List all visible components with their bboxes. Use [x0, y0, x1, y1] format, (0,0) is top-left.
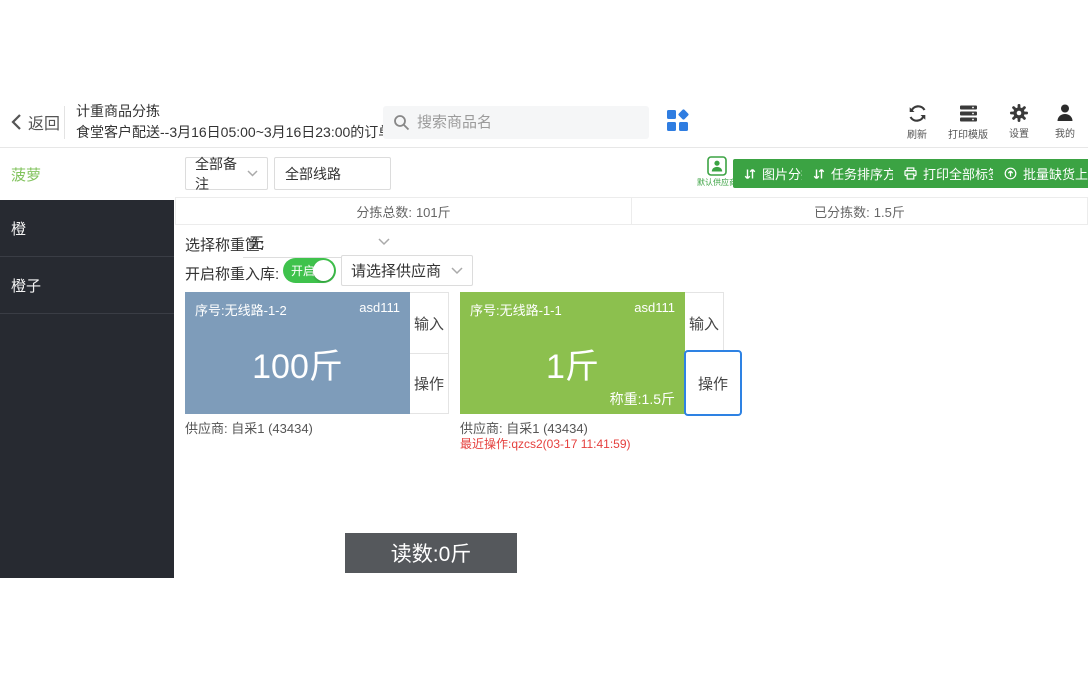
total-count-value: 101斤 — [416, 202, 451, 221]
action-button-highlighted[interactable]: 操作 — [684, 350, 742, 416]
card-quantity: 100斤 — [185, 339, 410, 388]
sort-icon — [813, 168, 825, 180]
supplier-select-value: 请选择供应商 — [351, 260, 441, 281]
toggle-label: 开启 — [291, 262, 315, 279]
action-button-label: 操作 — [414, 373, 444, 394]
scale-readout: 读数:0斤 — [345, 533, 517, 573]
search-box[interactable] — [383, 106, 649, 139]
card-quantity: 1斤 — [460, 339, 685, 388]
print-all-labels-label: 打印全部标签 — [923, 164, 1001, 183]
action-button-label: 操作 — [698, 373, 728, 394]
default-supplier-label: 默认供应商 — [697, 177, 737, 188]
print-template-icon — [958, 103, 979, 124]
app-root: 返回 计重商品分拣 食堂客户配送--3月16日05:00~3月16日23:00的… — [0, 0, 1088, 688]
print-template-label: 打印模版 — [948, 126, 988, 141]
sort-icon — [744, 168, 756, 180]
toggle-knob — [313, 260, 334, 281]
batch-shortage-report-button[interactable]: 批量缺货上报 — [993, 159, 1088, 188]
supplier-select[interactable]: 请选择供应商 — [341, 255, 473, 286]
sidebar-item-label: 橙子 — [11, 275, 41, 296]
total-count-label: 分拣总数: — [356, 202, 412, 221]
gear-icon — [1009, 103, 1029, 123]
total-count: 分拣总数: 101斤 — [176, 198, 631, 224]
search-input[interactable] — [417, 114, 639, 131]
sidebar-item-orange2[interactable]: 橙子 — [0, 257, 174, 314]
input-button[interactable]: 输入 — [410, 293, 448, 353]
chevron-down-icon — [451, 267, 463, 275]
header: 返回 计重商品分拣 食堂客户配送--3月16日05:00~3月16日23:00的… — [0, 97, 1088, 148]
page-subtitle: 食堂客户配送--3月16日05:00~3月16日23:00的订单 — [76, 122, 392, 143]
input-button-label: 输入 — [414, 313, 444, 334]
card-code: asd111 — [359, 300, 400, 319]
card-code: asd111 — [634, 300, 675, 319]
remark-filter-value: 全部备注 — [195, 154, 247, 194]
print-template-button[interactable]: 打印模版 — [948, 103, 988, 141]
profile-button[interactable]: 我的 — [1050, 103, 1080, 141]
search-icon — [393, 114, 410, 131]
card-weight: 称重:1.5斤 — [610, 389, 675, 409]
settings-label: 设置 — [1009, 125, 1029, 140]
upload-icon — [1004, 167, 1017, 180]
refresh-button[interactable]: 刷新 — [902, 103, 932, 141]
card-1-supplier: 供应商: 自采1 (43434) — [185, 418, 313, 437]
back-chevron-icon — [10, 113, 22, 131]
back-button[interactable]: 返回 — [10, 110, 60, 134]
route-filter-value: 全部线路 — [285, 164, 341, 184]
scale-in-toggle[interactable]: 开启 — [283, 258, 336, 283]
profile-label: 我的 — [1055, 125, 1075, 140]
card-serial: 序号:无线路-1-2 — [195, 300, 287, 319]
action-button[interactable]: 操作 — [410, 353, 448, 413]
chevron-down-icon — [378, 238, 390, 246]
basket-select-value: 无 — [249, 232, 264, 253]
card-header: 序号:无线路-1-2 asd111 — [185, 292, 410, 327]
refresh-icon — [907, 103, 928, 124]
apps-grid-icon[interactable] — [666, 109, 689, 132]
remark-filter-select[interactable]: 全部备注 — [185, 157, 268, 190]
refresh-label: 刷新 — [907, 126, 927, 141]
card-serial: 序号:无线路-1-1 — [470, 300, 562, 319]
card-1-buttons: 输入 操作 — [410, 292, 449, 414]
sidebar-item-pineapple[interactable]: 菠萝 — [0, 148, 174, 200]
route-filter-select[interactable]: 全部线路 — [274, 157, 391, 190]
sidebar-item-label: 菠萝 — [11, 164, 41, 185]
done-count-value: 1.5斤 — [874, 202, 905, 221]
input-button[interactable]: 输入 — [685, 293, 723, 353]
stats-bar: 分拣总数: 101斤 已分拣数: 1.5斤 — [175, 197, 1088, 225]
sidebar: 橙 橙子 — [0, 200, 174, 578]
done-count: 已分拣数: 1.5斤 — [631, 198, 1087, 224]
back-label: 返回 — [28, 110, 60, 134]
header-divider — [64, 106, 65, 139]
task-card-2[interactable]: 序号:无线路-1-1 asd111 1斤 称重:1.5斤 — [460, 292, 685, 414]
done-count-label: 已分拣数: — [814, 202, 870, 221]
header-actions: 刷新 打印模版 — [902, 103, 1080, 141]
batch-shortage-report-label: 批量缺货上报 — [1023, 164, 1088, 183]
scale-in-label: 开启称重入库: — [185, 263, 279, 284]
page-title: 计重商品分拣 — [76, 101, 392, 122]
user-icon — [1055, 103, 1075, 123]
task-card-1[interactable]: 序号:无线路-1-2 asd111 100斤 — [185, 292, 410, 414]
printer-icon — [904, 167, 917, 180]
default-supplier-icon — [707, 156, 727, 176]
basket-select[interactable]: 无 — [243, 227, 396, 258]
sidebar-item-orange[interactable]: 橙 — [0, 200, 174, 257]
input-button-label: 输入 — [689, 313, 719, 334]
default-supplier-button[interactable]: 默认供应商 — [696, 156, 738, 188]
settings-button[interactable]: 设置 — [1004, 103, 1034, 141]
sidebar-item-label: 橙 — [11, 218, 26, 239]
card-2-recent-operation: 最近操作:qzcs2(03-17 11:41:59) — [460, 435, 631, 452]
title-block: 计重商品分拣 食堂客户配送--3月16日05:00~3月16日23:00的订单 — [76, 101, 392, 143]
card-header: 序号:无线路-1-1 asd111 — [460, 292, 685, 327]
chevron-down-icon — [247, 170, 258, 177]
